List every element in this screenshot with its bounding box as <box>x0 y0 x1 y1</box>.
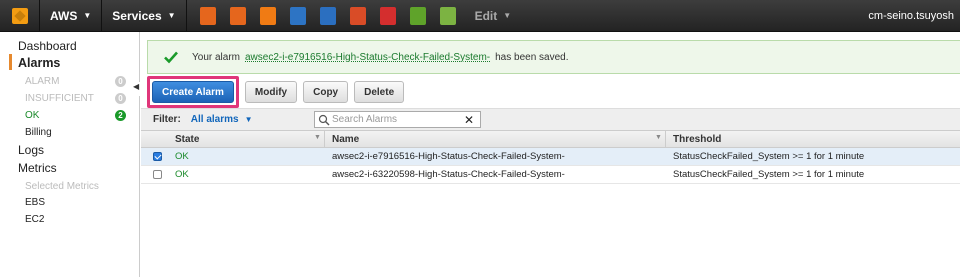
server-icon[interactable] <box>349 6 366 25</box>
sidebar-item-metrics[interactable]: Metrics <box>18 161 57 175</box>
hexagon-icon[interactable] <box>259 6 276 25</box>
row-name: awsec2-i-63220598-High-Status-Check-Fail… <box>332 169 565 180</box>
modify-button[interactable]: Modify <box>244 81 298 103</box>
sidebar-item-ok-state[interactable]: OK <box>25 110 39 121</box>
action-toolbar: Create Alarm Modify Copy Delete <box>147 76 405 108</box>
bulb-icon[interactable] <box>439 6 456 25</box>
services-menu[interactable]: Services ▼ <box>102 0 187 32</box>
sidebar-item-selected-metrics[interactable]: Selected Metrics <box>25 181 99 192</box>
insufficient-count-badge: 0 <box>115 93 126 104</box>
cube-icon[interactable] <box>409 6 426 25</box>
checkmark-icon <box>164 51 178 64</box>
aws-menu[interactable]: AWS ▼ <box>40 0 103 32</box>
edit-menu[interactable]: Edit ▼ <box>463 0 524 32</box>
search-box: ✕ <box>314 111 481 128</box>
chevron-down-icon: ▼ <box>167 11 176 20</box>
filter-selected-value: All alarms <box>190 114 239 125</box>
active-indicator <box>9 54 12 70</box>
sidebar-item-billing[interactable]: Billing <box>25 127 52 138</box>
collapse-sidebar-icon[interactable]: ◀ <box>133 82 141 96</box>
filter-label: Filter: <box>153 114 181 125</box>
alarm-name-link[interactable]: awsec2-i-e7916516-High-Status-Check-Fail… <box>245 52 490 63</box>
clear-search-icon[interactable]: ✕ <box>464 113 474 127</box>
filter-bar: Filter: All alarms ▼ ✕ <box>141 108 960 130</box>
row-threshold: StatusCheckFailed_System >= 1 for 1 minu… <box>673 151 865 162</box>
aws-logo-icon[interactable] <box>0 0 40 32</box>
aws-menu-label: AWS <box>50 8 78 23</box>
success-message: Your alarm awsec2-i-e7916516-High-Status… <box>147 40 960 74</box>
delete-button[interactable]: Delete <box>354 81 405 103</box>
edit-menu-label: Edit <box>474 8 498 23</box>
table-header: State ▼ Name ▼ Threshold <box>141 130 960 148</box>
row-checkbox[interactable] <box>153 170 162 179</box>
create-alarm-button[interactable]: Create Alarm <box>152 81 234 103</box>
copy-button[interactable]: Copy <box>303 81 349 103</box>
chip-icon[interactable] <box>229 6 246 25</box>
flag-icon[interactable] <box>199 6 216 25</box>
success-message-suffix: has been saved. <box>495 51 569 63</box>
table-row[interactable]: OK awsec2-i-e7916516-High-Status-Check-F… <box>141 148 960 166</box>
database-icon[interactable] <box>319 6 336 25</box>
top-navigation-bar: AWS ▼ Services ▼ Edit ▼ cm-seino.tsuyosh <box>0 0 960 32</box>
chevron-down-icon: ▼ <box>244 115 253 124</box>
row-checkbox[interactable] <box>153 152 162 161</box>
sidebar-item-insufficient-state[interactable]: INSUFFICIENT <box>25 93 94 104</box>
book-icon[interactable] <box>379 6 396 25</box>
ok-count-badge: 2 <box>115 110 126 121</box>
column-header-state[interactable]: State <box>175 134 199 145</box>
sidebar-item-ec2[interactable]: EC2 <box>25 214 44 225</box>
sidebar-item-logs[interactable]: Logs <box>18 143 44 157</box>
service-shortcuts <box>187 0 463 32</box>
sidebar-item-ebs[interactable]: EBS <box>25 197 45 208</box>
user-menu[interactable]: cm-seino.tsuyosh <box>868 10 960 22</box>
chevron-down-icon: ▼ <box>503 11 512 20</box>
main-content: Your alarm awsec2-i-e7916516-High-Status… <box>141 32 960 277</box>
sidebar-item-alarm-state[interactable]: ALARM <box>25 76 59 87</box>
arrows-icon[interactable] <box>289 6 306 25</box>
sidebar: Dashboard Alarms ALARM 0 INSUFFICIENT 0 … <box>0 32 141 277</box>
sort-icon[interactable]: ▼ <box>655 134 662 141</box>
highlight-frame: Create Alarm <box>147 76 239 108</box>
row-state: OK <box>175 151 189 162</box>
sort-icon[interactable]: ▼ <box>314 134 321 141</box>
row-threshold: StatusCheckFailed_System >= 1 for 1 minu… <box>673 169 865 180</box>
table-row[interactable]: OK awsec2-i-63220598-High-Status-Check-F… <box>141 166 960 184</box>
success-message-prefix: Your alarm <box>192 51 240 63</box>
sidebar-item-dashboard[interactable]: Dashboard <box>18 39 77 53</box>
services-menu-label: Services <box>112 8 162 23</box>
chevron-down-icon: ▼ <box>83 11 92 20</box>
filter-dropdown[interactable]: All alarms ▼ <box>191 114 253 125</box>
row-name: awsec2-i-e7916516-High-Status-Check-Fail… <box>332 151 565 162</box>
search-icon <box>318 114 330 125</box>
column-header-threshold[interactable]: Threshold <box>673 134 721 145</box>
search-input[interactable] <box>332 114 457 125</box>
column-header-name[interactable]: Name <box>332 134 359 145</box>
row-state: OK <box>175 169 189 180</box>
sidebar-item-alarms[interactable]: Alarms <box>18 56 60 70</box>
alarm-count-badge: 0 <box>115 76 126 87</box>
